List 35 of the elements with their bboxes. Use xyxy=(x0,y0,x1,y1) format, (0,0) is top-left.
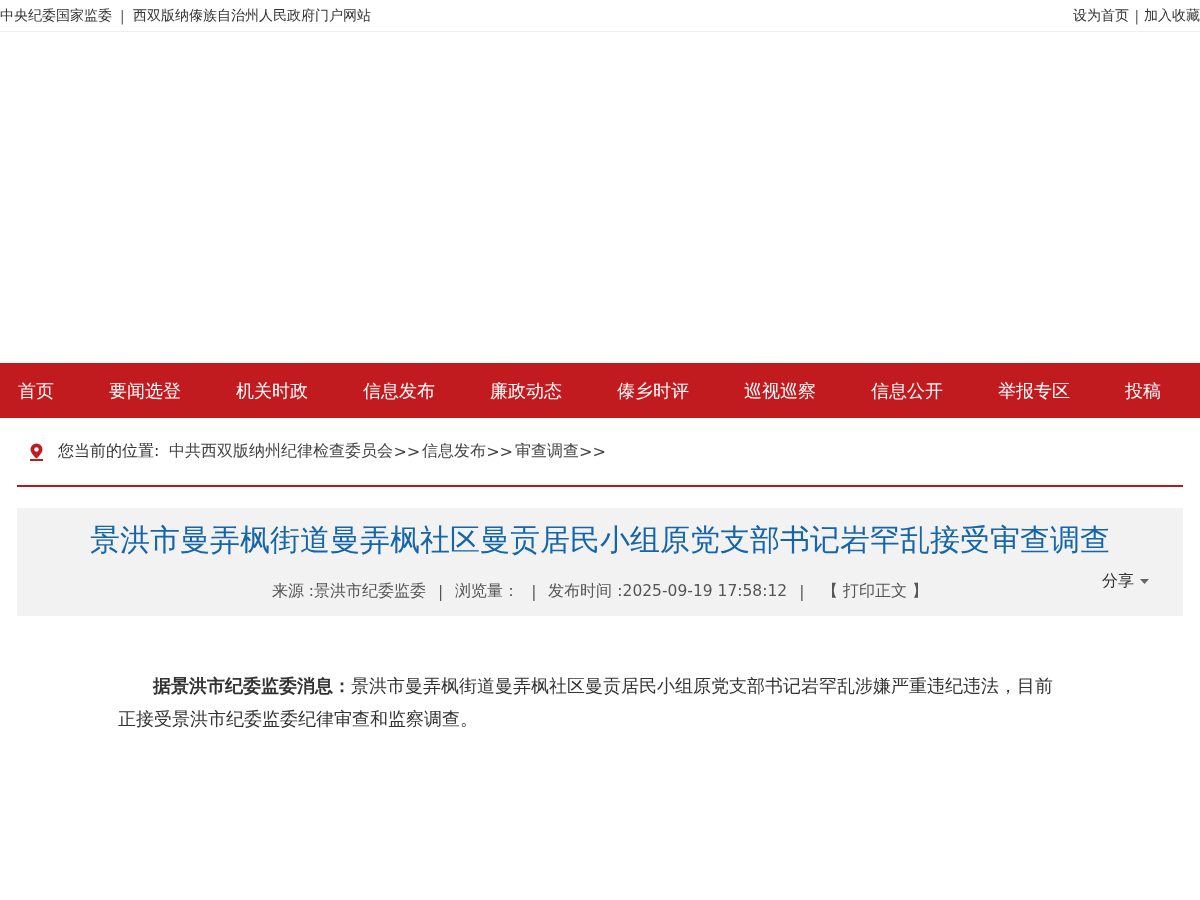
separator: | xyxy=(799,582,805,601)
separator: | xyxy=(120,7,125,24)
nav-item[interactable]: 机关时政 xyxy=(236,378,308,403)
nav-item[interactable]: 首页 xyxy=(18,378,54,403)
nav-item[interactable]: 傣乡时评 xyxy=(617,378,689,403)
nav-item[interactable]: 巡视巡察 xyxy=(744,378,816,403)
top-link[interactable]: 中央纪委国家监委 xyxy=(0,6,112,25)
nav-item[interactable]: 举报专区 xyxy=(998,378,1070,403)
print-link[interactable]: 【 打印正文 】 xyxy=(822,581,929,602)
breadcrumb-link[interactable]: 信息发布 xyxy=(422,441,487,462)
top-link[interactable]: 西双版纳傣族自治州人民政府门户网站 xyxy=(132,6,371,25)
meta-text: 来源 :景洪市纪委监委 xyxy=(271,581,426,602)
share-button[interactable]: 分享 xyxy=(1102,571,1149,592)
top-link[interactable]: 加入收藏 xyxy=(1144,6,1200,25)
nav-item[interactable]: 信息发布 xyxy=(363,378,435,403)
breadcrumb-separator: >> xyxy=(579,442,606,461)
nav-item[interactable]: 要闻选登 xyxy=(109,378,181,403)
nav-item[interactable]: 投稿 xyxy=(1125,378,1161,403)
separator: | xyxy=(437,582,444,601)
article-title: 景洪市曼弄枫街道曼弄枫社区曼贡居民小组原党支部书记岩罕乱接受审查调查 xyxy=(89,521,1111,559)
meta-text: 浏览量： xyxy=(455,581,520,602)
top-link[interactable]: 设为首页 xyxy=(1073,6,1130,25)
nav-item[interactable]: 信息公开 xyxy=(871,378,943,403)
breadcrumb-link[interactable]: 审查调查 xyxy=(515,441,579,462)
breadcrumb-separator: >> xyxy=(486,442,513,461)
breadcrumb-link[interactable]: 中共西双版纳州纪律检查委员会 xyxy=(169,441,394,462)
location-pin-icon xyxy=(29,442,44,461)
separator: | xyxy=(1134,7,1139,24)
breadcrumb-separator: >> xyxy=(393,442,421,461)
separator: | xyxy=(531,582,537,601)
breadcrumb-label: 您当前的位置: xyxy=(58,441,160,462)
meta-text: 发布时间 :2025-09-19 17:58:12 xyxy=(548,581,788,602)
article-paragraph: 据景洪市纪委监委消息：景洪市曼弄枫街道曼弄枫社区曼贡居民小组原党支部书记岩罕乱涉嫌严重违纪违法，目前正接受景洪市纪委监委纪律审查和监察调查。 xyxy=(118,675,1054,731)
caret-icon xyxy=(1140,579,1149,584)
nav-item[interactable]: 廉政动态 xyxy=(490,378,562,403)
